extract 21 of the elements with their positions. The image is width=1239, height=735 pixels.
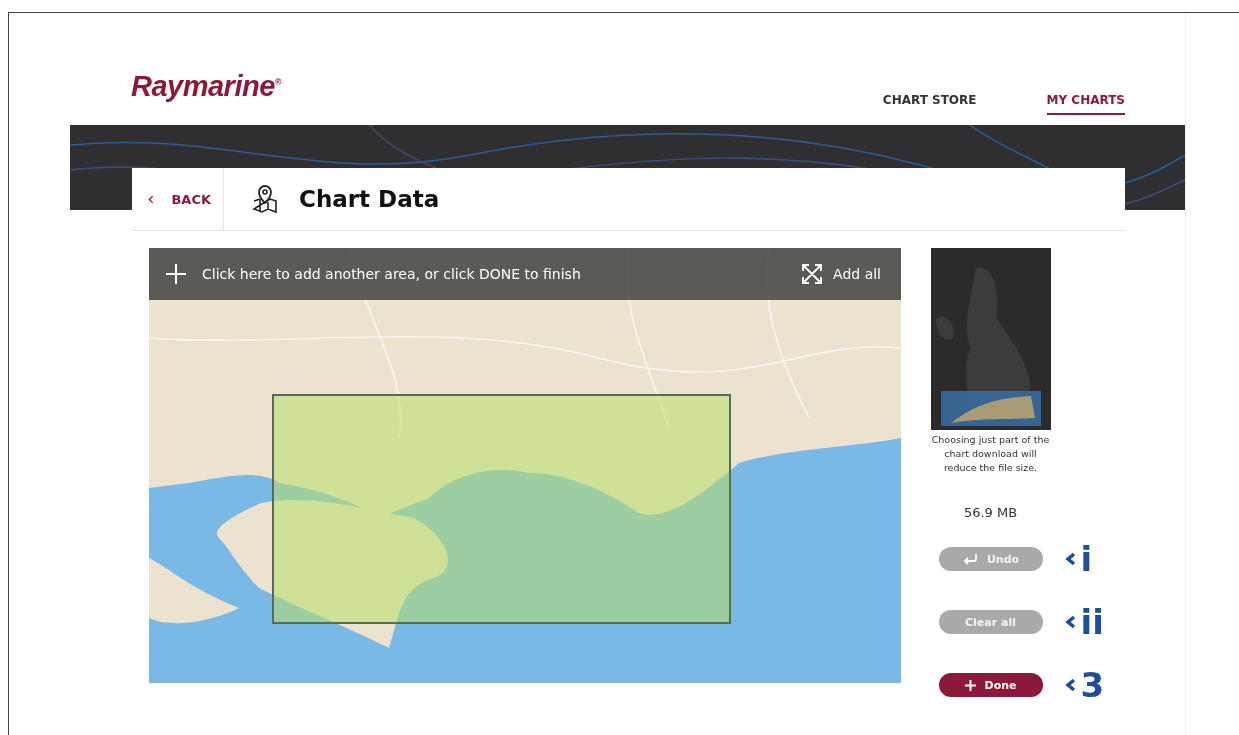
done-button[interactable]: Done (938, 673, 1043, 697)
map-view[interactable]: Click here to add another area, or click DONE to finish Add all (149, 248, 901, 683)
map-pin-icon (251, 184, 279, 214)
plus-icon[interactable] (166, 264, 186, 284)
add-all-link[interactable]: Add all (833, 266, 881, 282)
callout-number: ii (1080, 605, 1104, 639)
return-arrow-icon (961, 553, 978, 565)
plus-icon (964, 679, 976, 691)
page-title: Chart Data (299, 186, 440, 212)
callout-number: i (1080, 542, 1093, 576)
chevron-left-icon (148, 193, 154, 205)
selected-area[interactable] (272, 394, 731, 624)
nav-tab[interactable]: CHART STORE (882, 91, 977, 115)
add-area-hint[interactable]: Click here to add another area, or click DONE to finish (202, 266, 581, 282)
callout-number: 3 (1080, 668, 1105, 702)
file-size: 56.9 MB (963, 505, 1018, 520)
brand-logo[interactable]: Raymarine$^{®}$ (131, 70, 281, 103)
nav-tab[interactable]: MY CHARTS (1046, 91, 1125, 115)
expand-icon[interactable] (801, 263, 824, 285)
back-button[interactable]: BACK (132, 168, 224, 230)
file-size-note: Choosing just part of the chart download will reduce the file size. (930, 433, 1051, 475)
